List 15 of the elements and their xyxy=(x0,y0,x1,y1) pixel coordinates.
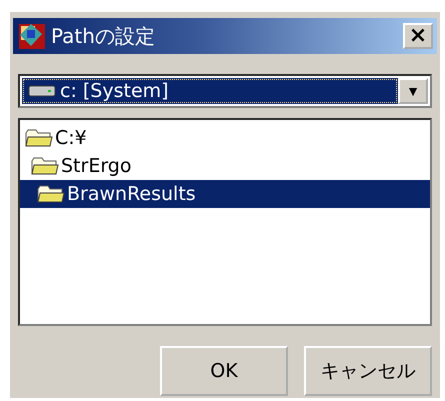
folder-icon xyxy=(24,127,54,149)
folder-icon xyxy=(30,155,60,177)
folder-icon xyxy=(36,183,66,205)
drive-value: c: [System] xyxy=(60,80,169,102)
app-icon xyxy=(17,21,47,51)
folder-item[interactable]: C:¥ xyxy=(20,124,430,152)
drive-dropdown[interactable]: c: [System] ▼ xyxy=(18,74,432,108)
close-button[interactable]: × xyxy=(403,23,433,49)
folder-item[interactable]: BrawnResults xyxy=(20,180,430,208)
cancel-button[interactable]: キャンセル xyxy=(304,346,432,396)
ok-button[interactable]: OK xyxy=(160,346,288,396)
folder-item[interactable]: StrErgo xyxy=(20,152,430,180)
window-title: Pathの設定 xyxy=(51,22,156,50)
drive-icon xyxy=(28,84,56,98)
dropdown-button[interactable]: ▼ xyxy=(398,78,428,104)
